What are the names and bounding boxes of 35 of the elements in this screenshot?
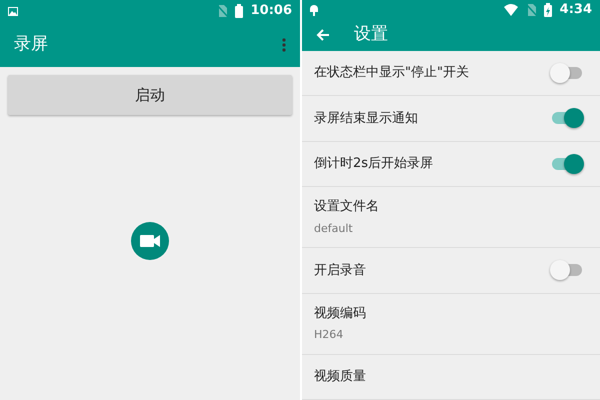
setting-title: 设置文件名 (314, 198, 380, 216)
settings-row[interactable]: 设置文件名 default (302, 187, 600, 248)
setting-title: 视频质量 (314, 368, 367, 386)
setting-title: 在状态栏中显示"停止"开关 (314, 64, 470, 82)
screen-title: 设置 (354, 23, 388, 46)
no-sim-icon (216, 5, 227, 17)
setting-title: 倒计时2s后开始录屏 (314, 155, 434, 173)
toggle-switch[interactable] (550, 154, 584, 174)
toggle-switch[interactable] (550, 260, 584, 280)
settings-row[interactable]: 倒计时2s后开始录屏 (302, 142, 600, 187)
menu-icon[interactable] (282, 38, 286, 52)
toggle-switch[interactable] (550, 62, 584, 83)
image-icon (8, 6, 18, 16)
setting-title: 视频编码 (314, 304, 367, 322)
battery-icon (544, 2, 552, 17)
video-camera-icon (131, 222, 169, 260)
back-icon[interactable] (316, 28, 330, 42)
settings-row[interactable]: 在状态栏中显示"停止"开关 (302, 50, 600, 96)
battery-icon (234, 4, 243, 18)
status-time: 10:06 (250, 2, 292, 20)
settings-row[interactable]: 视频质量 (302, 354, 600, 400)
setting-value: H264 (314, 327, 344, 343)
android-icon (310, 4, 318, 16)
settings-row[interactable]: 开启录音 (302, 248, 600, 294)
setting-title: 录屏结束显示通知 (314, 110, 419, 128)
no-sim-icon (526, 4, 536, 16)
start-button[interactable]: 启动 (8, 75, 292, 115)
toggle-switch[interactable] (550, 108, 584, 128)
settings-row[interactable]: 视频编码 H264 (302, 294, 600, 354)
app-title: 录屏 (14, 32, 49, 56)
setting-value: default (314, 220, 354, 236)
status-time: 4:34 (560, 1, 592, 19)
settings-row[interactable]: 录屏结束显示通知 (302, 96, 600, 142)
setting-title: 开启录音 (314, 262, 367, 280)
wifi-icon (504, 4, 518, 16)
